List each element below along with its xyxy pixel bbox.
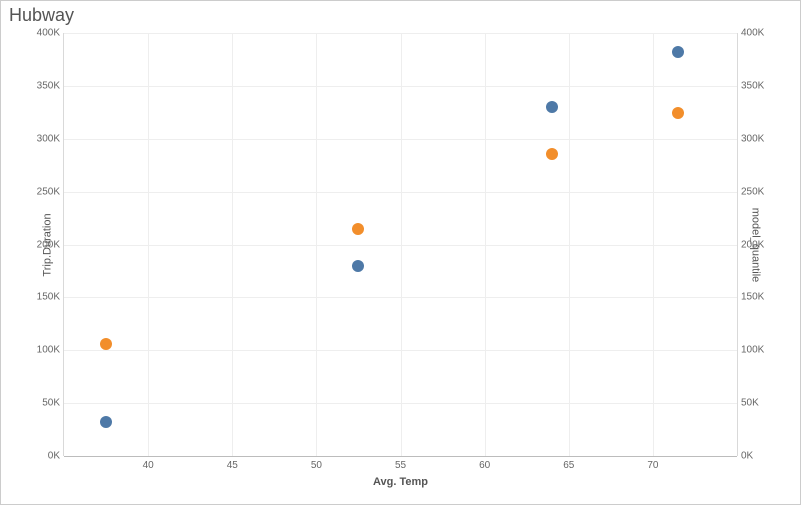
gridline-vertical bbox=[569, 33, 570, 456]
x-tick: 50 bbox=[311, 460, 322, 471]
y-right-tick: 250K bbox=[741, 186, 764, 197]
y-left-tick: 0K bbox=[48, 451, 60, 462]
y-right-tick: 50K bbox=[741, 398, 759, 409]
x-tick: 70 bbox=[647, 460, 658, 471]
y-left-tick: 150K bbox=[37, 292, 60, 303]
gridline-vertical bbox=[316, 33, 317, 456]
gridline-vertical bbox=[148, 33, 149, 456]
data-point-trip-duration bbox=[100, 416, 112, 428]
x-tick: 60 bbox=[479, 460, 490, 471]
x-tick: 40 bbox=[143, 460, 154, 471]
plot-area: Trip.Duration model_quantile Avg. Temp 0… bbox=[63, 33, 738, 456]
data-point-model-quantile bbox=[352, 223, 364, 235]
data-point-trip-duration bbox=[546, 101, 558, 113]
data-point-trip-duration bbox=[352, 260, 364, 272]
chart-title: Hubway bbox=[9, 5, 74, 26]
gridline-vertical bbox=[485, 33, 486, 456]
y-left-tick: 300K bbox=[37, 133, 60, 144]
gridline-vertical bbox=[653, 33, 654, 456]
y-right-tick: 400K bbox=[741, 28, 764, 39]
data-point-trip-duration bbox=[672, 46, 684, 58]
x-axis-label: Avg. Temp bbox=[373, 476, 428, 488]
y-right-tick: 350K bbox=[741, 80, 764, 91]
y-left-tick: 50K bbox=[42, 398, 60, 409]
y-left-tick: 100K bbox=[37, 345, 60, 356]
data-point-model-quantile bbox=[100, 338, 112, 350]
gridline-vertical bbox=[232, 33, 233, 456]
y-right-tick: 300K bbox=[741, 133, 764, 144]
x-axis-baseline bbox=[64, 456, 737, 457]
y-left-tick: 200K bbox=[37, 239, 60, 250]
data-point-model-quantile bbox=[672, 107, 684, 119]
chart-frame: Hubway Trip.Duration model_quantile Avg.… bbox=[0, 0, 801, 505]
x-tick: 45 bbox=[227, 460, 238, 471]
y-right-tick: 150K bbox=[741, 292, 764, 303]
gridline-vertical bbox=[401, 33, 402, 456]
y-right-tick: 0K bbox=[741, 451, 753, 462]
x-tick: 65 bbox=[563, 460, 574, 471]
x-tick: 55 bbox=[395, 460, 406, 471]
y-right-tick: 200K bbox=[741, 239, 764, 250]
data-point-model-quantile bbox=[546, 148, 558, 160]
y-left-tick: 350K bbox=[37, 80, 60, 91]
y-left-tick: 250K bbox=[37, 186, 60, 197]
y-left-tick: 400K bbox=[37, 28, 60, 39]
y-right-tick: 100K bbox=[741, 345, 764, 356]
